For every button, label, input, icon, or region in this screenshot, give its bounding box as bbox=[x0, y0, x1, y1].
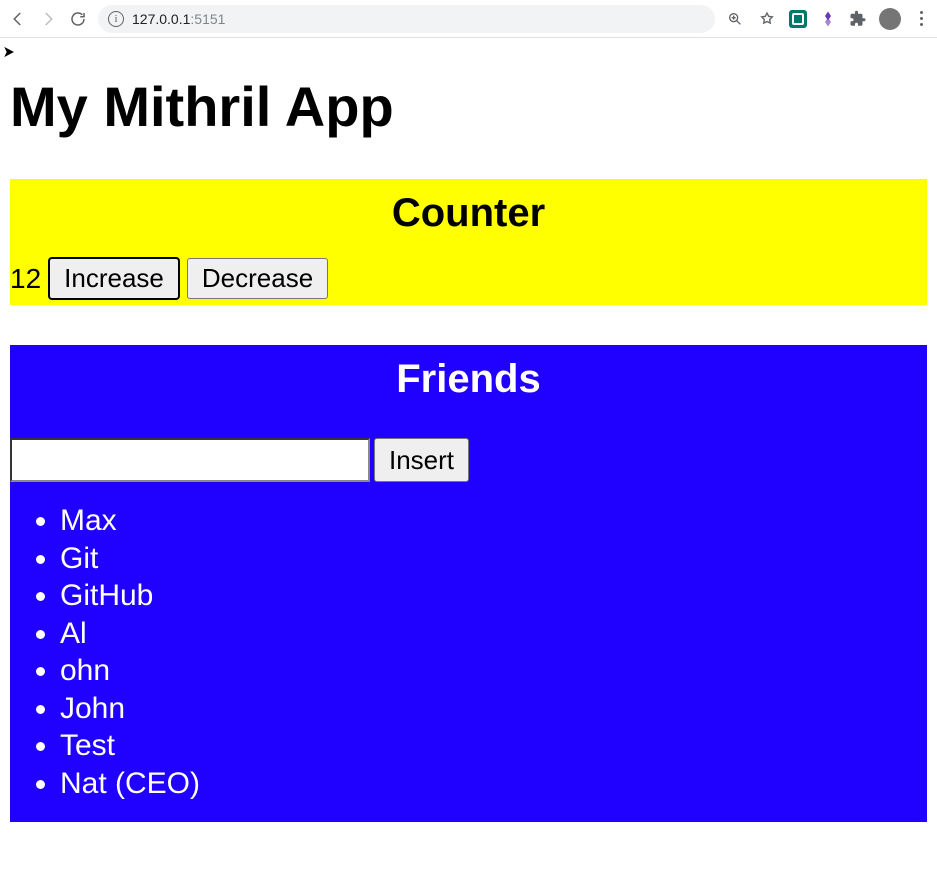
friend-list-item: Git bbox=[60, 540, 927, 578]
address-bar[interactable]: i 127.0.0.1:5151 bbox=[98, 5, 715, 33]
page-title: My Mithril App bbox=[10, 74, 927, 139]
menu-button[interactable] bbox=[913, 11, 929, 26]
zoom-icon[interactable] bbox=[725, 9, 745, 29]
extension-1-icon[interactable] bbox=[789, 10, 807, 28]
decrease-button[interactable]: Decrease bbox=[187, 258, 328, 299]
cursor-icon: ➤ bbox=[3, 42, 15, 62]
profile-avatar[interactable] bbox=[879, 8, 901, 30]
extension-2-icon[interactable] bbox=[819, 10, 837, 28]
friend-list-item: John bbox=[60, 690, 927, 728]
url-host: 127.0.0.1 bbox=[132, 11, 190, 27]
url-port: :5151 bbox=[190, 11, 225, 27]
friend-list-item: Test bbox=[60, 727, 927, 765]
back-button[interactable] bbox=[8, 9, 28, 29]
friend-list-item: Al bbox=[60, 615, 927, 653]
page-content: My Mithril App Counter 12 Increase Decre… bbox=[0, 38, 937, 872]
friend-name-input[interactable] bbox=[10, 438, 370, 482]
bookmark-star-icon[interactable] bbox=[757, 9, 777, 29]
friend-list-item: GitHub bbox=[60, 577, 927, 615]
toolbar-right bbox=[725, 8, 929, 30]
friend-list-item: Max bbox=[60, 502, 927, 540]
site-info-icon[interactable]: i bbox=[108, 11, 124, 27]
friends-heading: Friends bbox=[10, 345, 927, 420]
friends-list: MaxGitGitHubAlohnJohnTestNat (CEO) bbox=[10, 502, 927, 822]
friend-list-item: ohn bbox=[60, 652, 927, 690]
friends-panel: Friends Insert MaxGitGitHubAlohnJohnTest… bbox=[10, 345, 927, 822]
counter-heading: Counter bbox=[10, 179, 927, 254]
insert-button[interactable]: Insert bbox=[374, 438, 469, 482]
friend-list-item: Nat (CEO) bbox=[60, 765, 927, 803]
forward-button[interactable] bbox=[38, 9, 58, 29]
counter-value: 12 bbox=[10, 263, 41, 295]
counter-panel: Counter 12 Increase Decrease bbox=[10, 179, 927, 305]
url-text: 127.0.0.1:5151 bbox=[132, 11, 225, 27]
increase-button[interactable]: Increase bbox=[49, 258, 179, 299]
extensions-icon[interactable] bbox=[849, 10, 867, 28]
reload-button[interactable] bbox=[68, 9, 88, 29]
browser-toolbar: i 127.0.0.1:5151 bbox=[0, 0, 937, 38]
